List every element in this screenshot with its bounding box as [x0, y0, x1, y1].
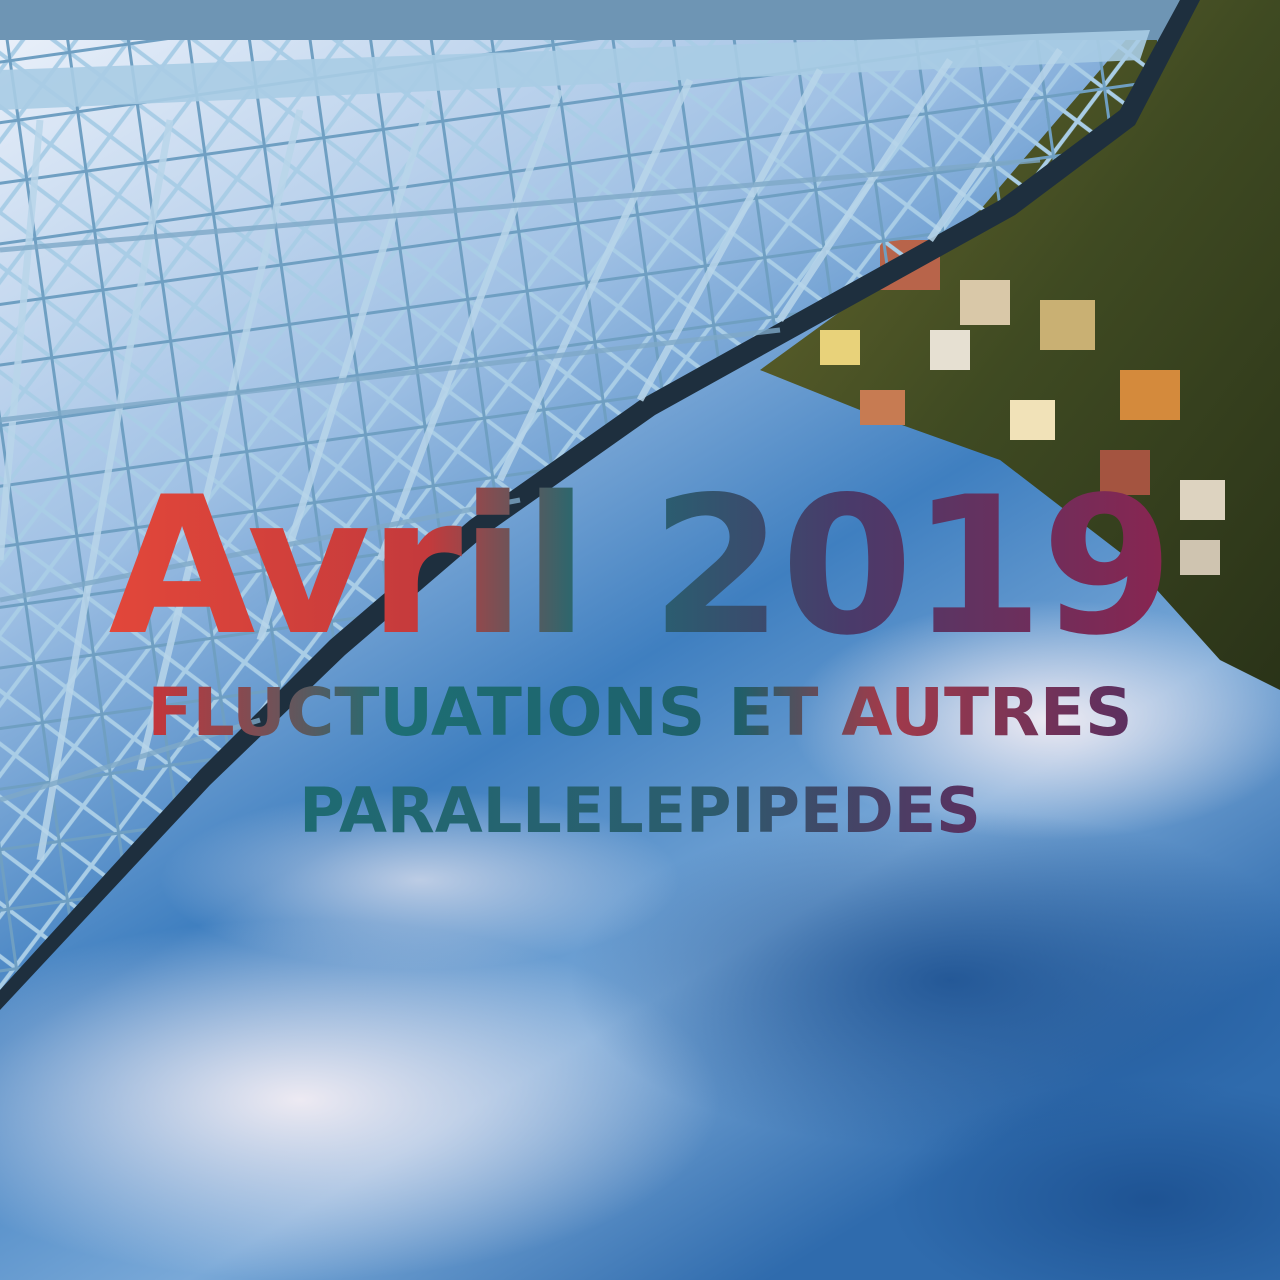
poster-subtitle-line2: PARALLELEPIPEDES: [299, 774, 980, 847]
poster-subtitle-line1: FLUCTUATIONS ET AUTRES: [148, 674, 1133, 751]
poster-background-photo: Avril 2019 FLUCTUATIONS ET AUTRES PARALL…: [0, 0, 1280, 1280]
poster-title: Avril 2019: [108, 456, 1171, 677]
